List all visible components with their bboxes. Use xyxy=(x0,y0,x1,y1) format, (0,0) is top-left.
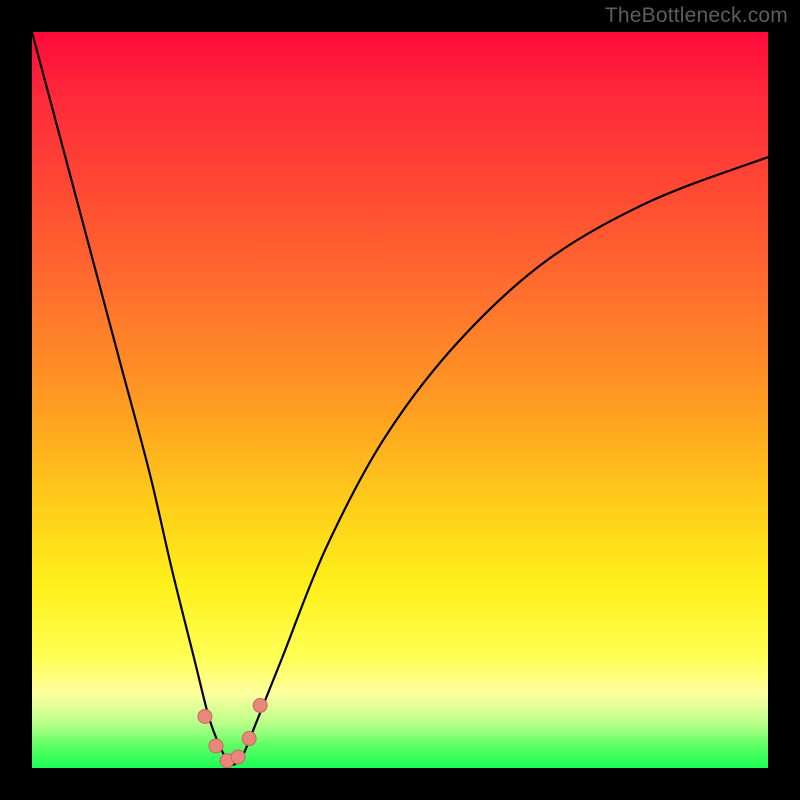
plot-area xyxy=(32,32,768,768)
marker-point xyxy=(253,698,267,712)
bottleneck-curve xyxy=(32,32,768,765)
marker-point xyxy=(209,739,223,753)
marker-point xyxy=(198,709,212,723)
marker-group xyxy=(198,698,267,767)
curve-svg xyxy=(32,32,768,768)
chart-frame: TheBottleneck.com xyxy=(0,0,800,800)
marker-point xyxy=(242,732,256,746)
marker-point xyxy=(231,750,245,764)
watermark-text: TheBottleneck.com xyxy=(605,4,788,28)
